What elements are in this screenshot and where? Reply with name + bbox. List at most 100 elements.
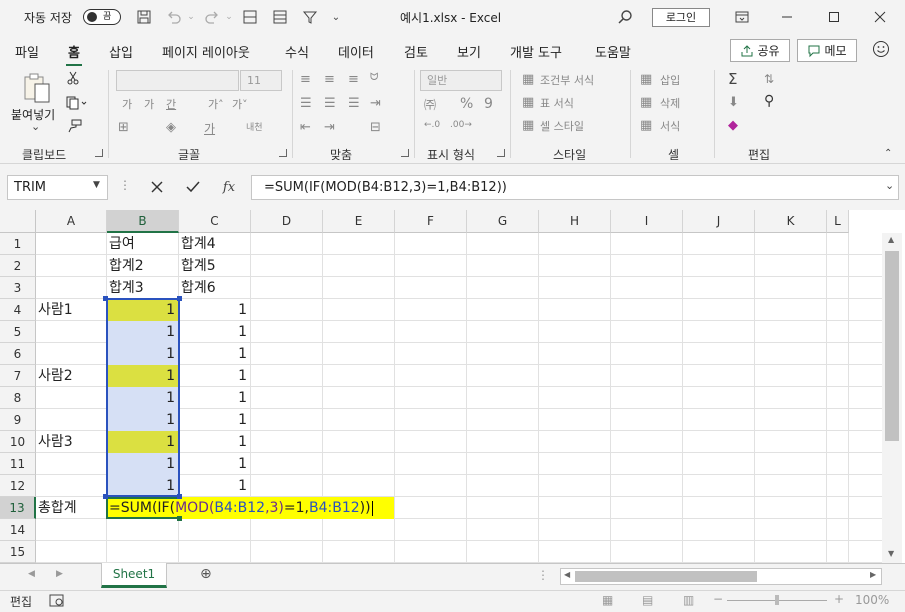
decrease-decimal-icon[interactable]: .00→ — [450, 120, 472, 130]
tab-review[interactable]: 검토 — [404, 42, 428, 61]
align-middle-icon[interactable]: ≡ — [324, 72, 335, 87]
login-button[interactable]: 로그인 — [652, 8, 710, 27]
cell-c9[interactable]: 1 — [179, 409, 251, 431]
fill-icon[interactable]: ⬇ — [728, 95, 739, 110]
cell-b1[interactable]: 급여 — [107, 233, 135, 255]
customize-qat-icon[interactable]: ⌄ — [330, 8, 342, 26]
name-box-dropdown-icon[interactable]: ▼ — [93, 180, 100, 190]
insert-cells-icon[interactable]: ▦ — [640, 72, 652, 87]
cell-c4[interactable]: 1 — [179, 299, 251, 321]
cell-c1[interactable]: 합계4 — [179, 233, 216, 255]
font-size-select[interactable]: 11 — [240, 70, 282, 91]
delete-cells-label[interactable]: 삭제 — [660, 95, 680, 111]
autosum-icon[interactable]: Σ — [728, 70, 737, 88]
search-icon[interactable] — [616, 8, 634, 26]
formula-input[interactable]: =SUM(IF(MOD(B4:B12,3)=1,B4:B12)) — [251, 175, 899, 200]
column-header-h[interactable]: H — [539, 210, 611, 233]
cell-c12[interactable]: 1 — [179, 475, 251, 497]
font-color-icon[interactable]: 가 — [204, 120, 215, 137]
next-sheet-icon[interactable]: ▶ — [56, 569, 63, 579]
row-header-15[interactable]: 15 — [0, 541, 36, 563]
tab-data[interactable]: 데이터 — [338, 42, 374, 61]
borders-icon[interactable]: ⊞ — [118, 120, 129, 135]
row-header-4[interactable]: 4 — [0, 299, 36, 321]
tab-help[interactable]: 도움말 — [595, 42, 631, 61]
new-file-icon[interactable] — [241, 8, 259, 26]
column-header-i[interactable]: I — [611, 210, 683, 233]
column-header-c[interactable]: C — [179, 210, 251, 233]
tab-developer[interactable]: 개발 도구 — [510, 42, 562, 61]
scroll-left-icon[interactable]: ◀ — [564, 570, 570, 579]
undo-icon[interactable] — [165, 8, 183, 26]
scroll-down-icon[interactable]: ▼ — [888, 549, 894, 558]
number-format-select[interactable]: 일반 — [420, 70, 502, 91]
paste-icon[interactable] — [22, 72, 52, 104]
maximize-button[interactable] — [814, 5, 854, 29]
percent-icon[interactable]: % — [460, 96, 473, 112]
cell-c11[interactable]: 1 — [179, 453, 251, 475]
shrink-font-icon[interactable]: 가˅ — [232, 96, 248, 112]
format-painter-icon[interactable] — [66, 119, 82, 133]
minimize-button[interactable] — [767, 5, 807, 29]
wrap-text-icon[interactable]: ⇥ — [370, 96, 381, 111]
zoom-level[interactable]: 100% — [855, 593, 889, 607]
cell-styles-icon[interactable]: ▦ — [522, 118, 534, 133]
cell-a7[interactable]: 사람2 — [36, 365, 73, 387]
decrease-font-icon[interactable]: 가 — [144, 96, 154, 112]
format-as-table-label[interactable]: 표 서식 — [540, 95, 574, 111]
fill-color-icon[interactable]: ◈ — [166, 120, 176, 135]
conditional-formatting-icon[interactable]: ▦ — [522, 72, 534, 87]
save-icon[interactable] — [135, 8, 153, 26]
row-header-11[interactable]: 11 — [0, 453, 36, 475]
form-icon[interactable] — [271, 8, 289, 26]
row-header-8[interactable]: 8 — [0, 387, 36, 409]
sort-filter-icon[interactable]: ⇅ — [764, 72, 774, 86]
row-header-2[interactable]: 2 — [0, 255, 36, 277]
comma-icon[interactable]: 9 — [484, 96, 493, 112]
accounting-format-icon[interactable]: ㈜ — [424, 96, 436, 113]
copy-icon[interactable] — [66, 96, 88, 110]
cell-styles-label[interactable]: 셀 스타일 — [540, 118, 584, 134]
tab-split-icon[interactable]: ⋮ — [537, 568, 549, 582]
horizontal-scrollbar[interactable]: ◀ ▶ — [560, 568, 882, 585]
column-header-j[interactable]: J — [683, 210, 755, 233]
vertical-scrollbar[interactable]: ▲ ▼ — [882, 233, 902, 563]
collapse-ribbon-icon[interactable]: ⌃ — [884, 148, 892, 159]
accessibility-icon[interactable] — [49, 594, 65, 608]
cell-b2[interactable]: 합계2 — [107, 255, 144, 277]
align-right-icon[interactable]: ☰ — [348, 96, 360, 111]
increase-font-icon[interactable]: 가 — [122, 96, 132, 112]
cell-c2[interactable]: 합계5 — [179, 255, 216, 277]
conditional-formatting-label[interactable]: 조건부 서식 — [540, 72, 594, 88]
add-sheet-icon[interactable]: ⊕ — [200, 566, 212, 582]
page-layout-view-icon[interactable]: ▤ — [642, 593, 653, 607]
column-header-g[interactable]: G — [467, 210, 539, 233]
align-bottom-icon[interactable]: ≡ — [348, 72, 359, 87]
font-launcher-icon[interactable] — [279, 149, 287, 157]
cell-c8[interactable]: 1 — [179, 387, 251, 409]
cell-c6[interactable]: 1 — [179, 343, 251, 365]
cell-c10[interactable]: 1 — [179, 431, 251, 453]
cell-a13[interactable]: 총합계 — [36, 497, 77, 519]
column-header-a[interactable]: A — [36, 210, 107, 233]
format-cells-label[interactable]: 서식 — [660, 118, 680, 134]
phonetic-icon[interactable]: 내천 — [246, 120, 263, 133]
sheet-tab-sheet1[interactable]: Sheet1 — [101, 563, 167, 588]
worksheet-grid[interactable]: ABCDEFGHIJKL 1 2 3 4 5 6 7 8 9 10 11 12 13 14 15 급여 합계4… — [0, 210, 905, 563]
cell-a10[interactable]: 사람3 — [36, 431, 73, 453]
page-break-view-icon[interactable]: ▥ — [683, 593, 694, 607]
zoom-out-icon[interactable]: − — [713, 592, 723, 606]
row-header-12[interactable]: 12 — [0, 475, 36, 497]
alignment-launcher-icon[interactable] — [401, 149, 409, 157]
increase-indent-icon[interactable]: ⇥ — [324, 120, 335, 135]
column-header-d[interactable]: D — [251, 210, 323, 233]
cell-a4[interactable]: 사람1 — [36, 299, 73, 321]
find-select-icon[interactable]: ⚲ — [764, 93, 774, 109]
cell-c5[interactable]: 1 — [179, 321, 251, 343]
row-header-5[interactable]: 5 — [0, 321, 36, 343]
undo-dropdown-icon[interactable]: ⌄ — [186, 8, 196, 26]
insert-function-icon[interactable]: fx — [220, 178, 238, 196]
prev-sheet-icon[interactable]: ◀ — [28, 569, 35, 579]
clipboard-launcher-icon[interactable] — [95, 149, 103, 157]
zoom-slider-thumb[interactable] — [775, 595, 779, 605]
